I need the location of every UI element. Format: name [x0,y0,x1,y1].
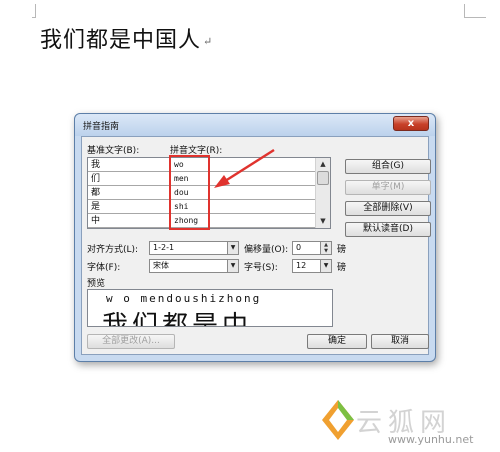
watermark-logo-icon [322,400,354,440]
annotation-arrow-icon [214,148,275,188]
watermark-url: www.yunhu.net [388,433,474,446]
